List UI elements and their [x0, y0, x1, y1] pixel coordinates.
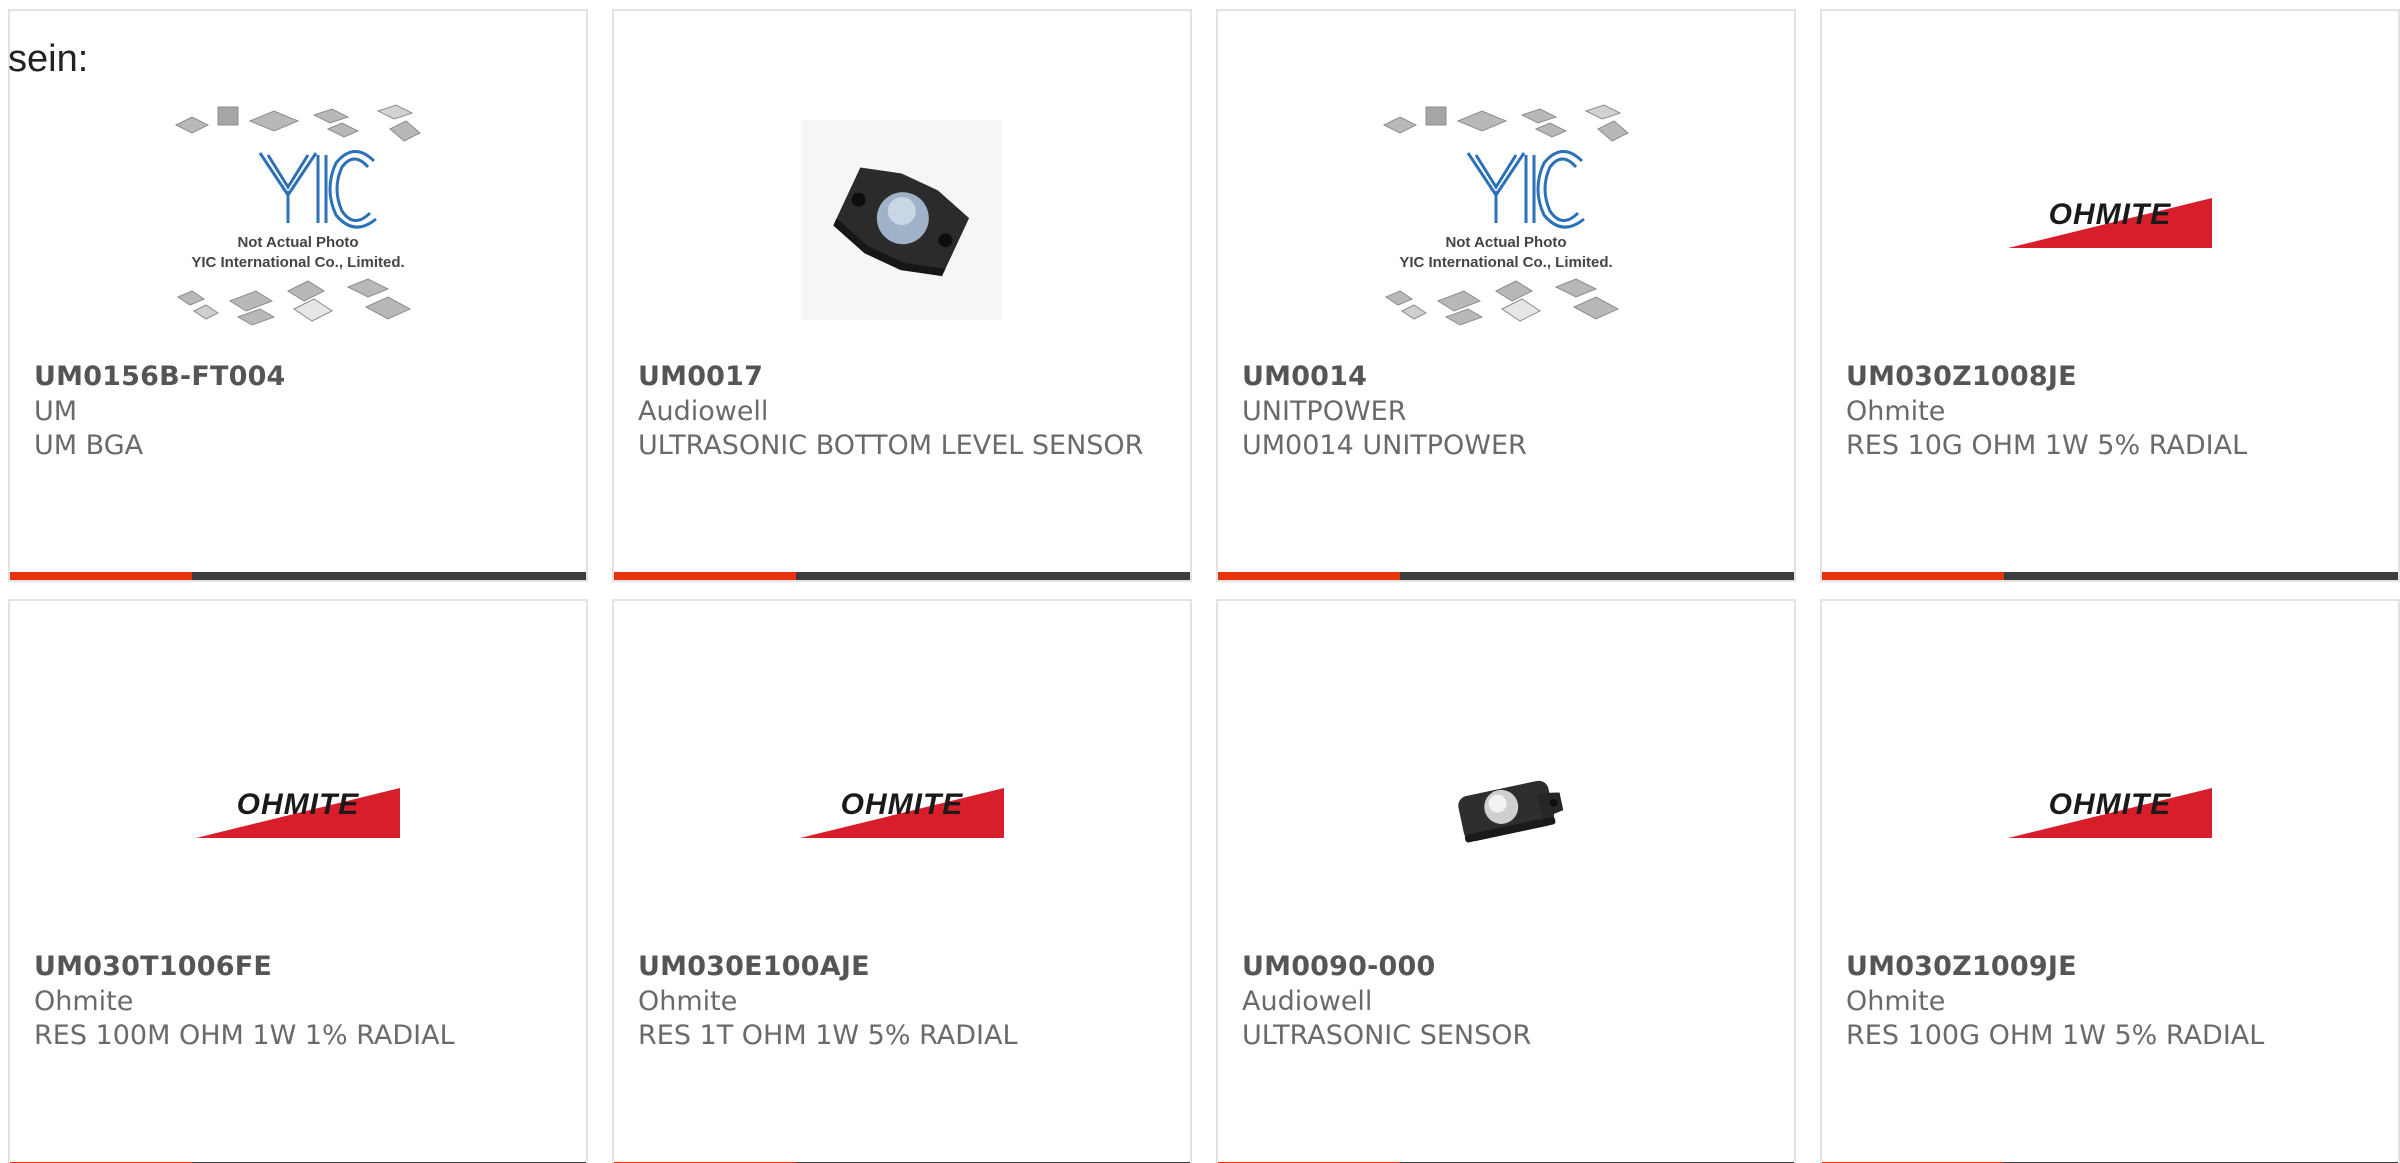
- yic-placeholder-line1: Not Actual Photo: [1445, 234, 1566, 251]
- ohmite-logo-image: OHMITE: [196, 788, 400, 838]
- yic-placeholder-line1: Not Actual Photo: [237, 234, 358, 251]
- card-bar: [614, 572, 1190, 580]
- product-card[interactable]: OHMITE UM030T1006FE Ohmite RES 100M OHM …: [8, 599, 588, 1163]
- ohmite-logo-text: OHMITE: [2049, 198, 2172, 231]
- yic-placeholder-line2: YIC International Co., Limited.: [1399, 254, 1612, 271]
- product-image[interactable]: OHMITE: [614, 675, 1190, 945]
- manufacturer: Ohmite: [638, 986, 738, 1017]
- description: ULTRASONIC BOTTOM LEVEL SENSOR: [638, 430, 1144, 461]
- product-card[interactable]: OHMITE UM030E100AJE Ohmite RES 1T OHM 1W…: [612, 599, 1192, 1163]
- product-image[interactable]: Not Actual Photo YIC International Co., …: [1218, 85, 1794, 355]
- manufacturer: Audiowell: [1242, 986, 1373, 1017]
- card-bar: [1822, 572, 2398, 580]
- description: RES 100G OHM 1W 5% RADIAL: [1846, 1020, 2265, 1051]
- description: RES 1T OHM 1W 5% RADIAL: [638, 1020, 1018, 1051]
- description: UM BGA: [34, 430, 144, 461]
- card-bar: [1218, 572, 1794, 580]
- product-card[interactable]: Not Actual Photo YIC International Co., …: [1216, 9, 1796, 582]
- sensor-photo-image: [802, 120, 1002, 320]
- part-number[interactable]: UM030Z1009JE: [1846, 951, 2077, 982]
- manufacturer: Audiowell: [638, 396, 769, 427]
- part-number[interactable]: UM0090-000: [1242, 951, 1436, 982]
- product-image[interactable]: Not Actual Photo YIC International Co., …: [10, 85, 586, 355]
- product-image[interactable]: OHMITE: [10, 675, 586, 945]
- card-bar-accent: [614, 572, 796, 580]
- product-card[interactable]: UM0090-000 Audiowell ULTRASONIC SENSOR: [1216, 599, 1796, 1163]
- manufacturer: Ohmite: [1846, 986, 1946, 1017]
- product-card[interactable]: UM0017 Audiowell ULTRASONIC BOTTOM LEVEL…: [612, 9, 1192, 582]
- product-image[interactable]: [614, 85, 1190, 355]
- part-number[interactable]: UM0017: [638, 361, 763, 392]
- card-bar-accent: [1218, 572, 1400, 580]
- part-number[interactable]: UM030E100AJE: [638, 951, 870, 982]
- product-grid-page: sein: Not Actual Photo YIC International…: [0, 0, 2400, 1163]
- yic-placeholder-line2: YIC International Co., Limited.: [191, 254, 404, 271]
- card-bar: [10, 572, 586, 580]
- manufacturer: UM: [34, 396, 78, 427]
- product-image[interactable]: [1218, 675, 1794, 945]
- ohmite-logo-text: OHMITE: [237, 788, 360, 821]
- yic-placeholder-image: Not Actual Photo YIC International Co., …: [1382, 104, 1629, 326]
- product-image[interactable]: OHMITE: [1822, 675, 2398, 945]
- part-number[interactable]: UM0156B-FT004: [34, 361, 286, 392]
- yic-placeholder-image: Not Actual Photo YIC International Co., …: [174, 104, 421, 326]
- manufacturer: Ohmite: [1846, 396, 1946, 427]
- product-card[interactable]: OHMITE UM030Z1009JE Ohmite RES 100G OHM …: [1820, 599, 2400, 1163]
- card-bar-accent: [1822, 572, 2004, 580]
- ohmite-logo-image: OHMITE: [2008, 198, 2212, 248]
- manufacturer: UNITPOWER: [1242, 396, 1407, 427]
- part-number[interactable]: UM0014: [1242, 361, 1367, 392]
- part-number[interactable]: UM030T1006FE: [34, 951, 272, 982]
- ohmite-logo-image: OHMITE: [2008, 788, 2212, 838]
- description: UM0014 UNITPOWER: [1242, 430, 1527, 461]
- part-number[interactable]: UM030Z1008JE: [1846, 361, 2077, 392]
- intro-text: sein:: [8, 38, 89, 80]
- sensor-photo-small-image: [1458, 780, 1564, 843]
- description: RES 10G OHM 1W 5% RADIAL: [1846, 430, 2248, 461]
- product-card[interactable]: Not Actual Photo YIC International Co., …: [8, 9, 588, 582]
- description: ULTRASONIC SENSOR: [1242, 1020, 1532, 1051]
- description: RES 100M OHM 1W 1% RADIAL: [34, 1020, 455, 1051]
- ohmite-logo-text: OHMITE: [2049, 788, 2172, 821]
- product-card[interactable]: OHMITE UM030Z1008JE Ohmite RES 10G OHM 1…: [1820, 9, 2400, 582]
- product-image[interactable]: OHMITE: [1822, 85, 2398, 355]
- ohmite-logo-image: OHMITE: [800, 788, 1004, 838]
- manufacturer: Ohmite: [34, 986, 134, 1017]
- card-bar-accent: [10, 572, 192, 580]
- ohmite-logo-text: OHMITE: [841, 788, 964, 821]
